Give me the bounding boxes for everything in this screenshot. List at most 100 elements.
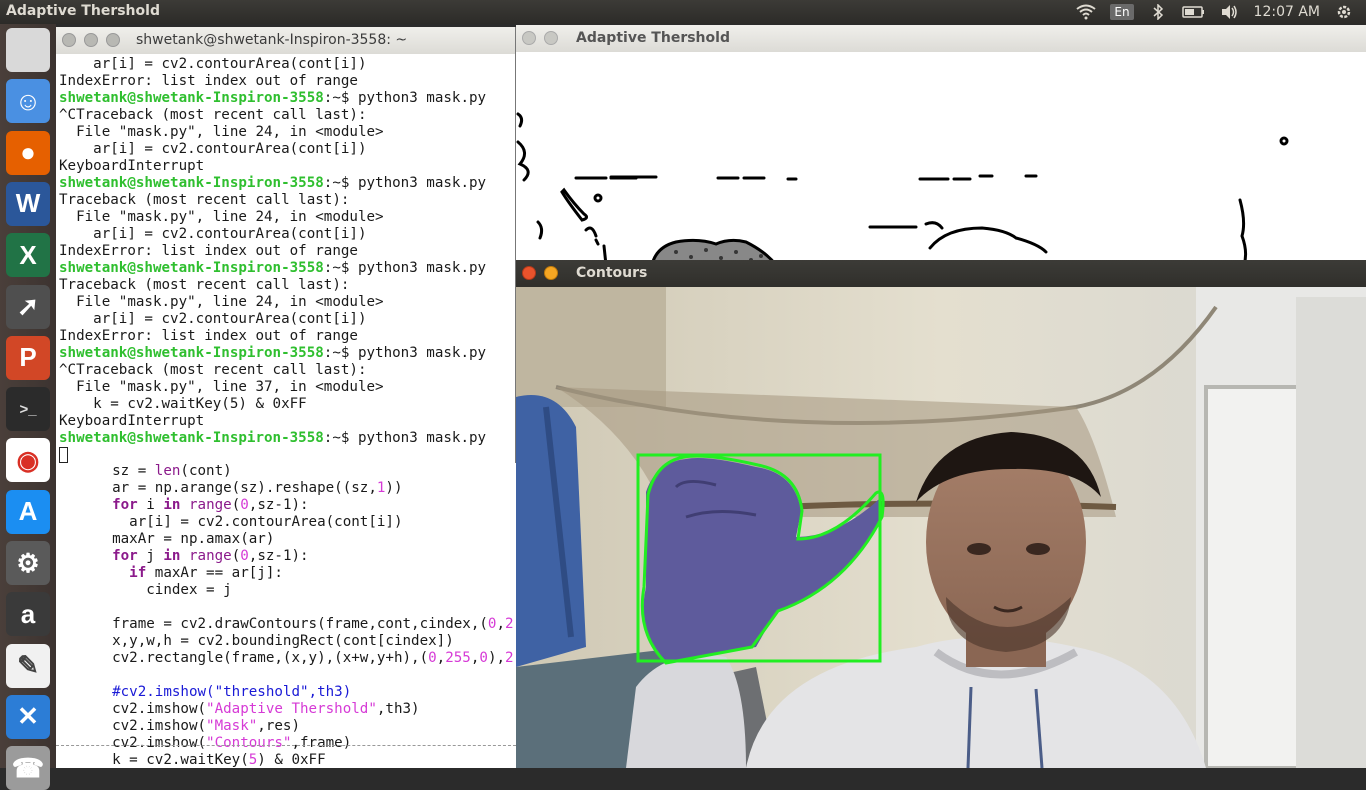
terminal-line-text: k = cv2.waitKey(5) & 0xFF (59, 396, 307, 412)
terminal-line: IndexError: list index out of range (59, 73, 513, 90)
terminal-line-text: :~$ python3 mask.py (323, 345, 487, 361)
terminal-line-text: Traceback (most recent call last): (59, 192, 350, 208)
phone-icon[interactable]: ☎ (6, 746, 50, 790)
excel-icon[interactable]: X (6, 233, 50, 278)
terminal-line-text: File "mask.py", line 24, in <module> (59, 124, 384, 140)
system-tray: En 12:07 AM (1074, 0, 1366, 24)
clock[interactable]: 12:07 AM (1254, 4, 1320, 20)
code-line: cv2.rectangle(frame,(x,y),(x+w,y+h),(0,2… (95, 650, 514, 666)
code-line: ar = np.arange(sz).reshape((sz,1)) (95, 480, 403, 496)
code-line: ar[i] = cv2.contourArea(cont[i]) (95, 514, 403, 530)
firefox-icon-glyph: ● (20, 137, 36, 168)
amazon-icon[interactable]: a (6, 592, 50, 637)
system-preferences-icon-glyph: ⚙ (16, 547, 40, 578)
adaptive-threshold-window[interactable]: Adaptive Thershold (516, 25, 1366, 265)
close-button[interactable] (62, 33, 76, 47)
terminal-output[interactable]: ar[i] = cv2.contourArea(cont[i]) IndexErr… (56, 54, 516, 463)
terminal-line: ^CTraceback (most recent call last): (59, 362, 513, 379)
close-button[interactable] (522, 266, 536, 280)
bluetooth-icon[interactable] (1146, 2, 1170, 22)
launchpad-icon-glyph: ➚ (17, 291, 39, 321)
chrome-icon-glyph: ◉ (16, 444, 40, 475)
terminal-line: ar[i] = cv2.contourArea(cont[i]) (59, 56, 513, 73)
code-line: cindex = j (95, 582, 232, 598)
terminal-line-text: File "mask.py", line 24, in <module> (59, 294, 384, 310)
terminal-line-text: ^CTraceback (most recent call last): (59, 107, 367, 123)
terminal-line: shwetank@shwetank-Inspiron-3558:~$ pytho… (59, 260, 513, 277)
code-line: cv2.imshow("Mask",res) (95, 718, 301, 734)
terminal-line: shwetank@shwetank-Inspiron-3558:~$ pytho… (59, 90, 513, 107)
phone-icon-glyph: ☎ (11, 752, 45, 783)
system-preferences-icon[interactable]: ⚙ (6, 541, 50, 585)
terminal-line: shwetank@shwetank-Inspiron-3558:~$ pytho… (59, 345, 513, 362)
terminal-line-text: :~$ python3 mask.py (323, 175, 487, 191)
keyboard-layout-indicator[interactable]: En (1110, 4, 1134, 20)
terminal-line-text: ar[i] = cv2.contourArea(cont[i]) (59, 56, 367, 72)
terminal-line-text: KeyboardInterrupt (59, 158, 205, 174)
code-text[interactable]: sz = len(cont) ar = np.arange(sz).reshap… (56, 463, 514, 768)
code-line: cv2.imshow("Contours",frame) (95, 735, 352, 751)
terminal-prompt: shwetank@shwetank-Inspiron-3558 (59, 260, 324, 276)
text-editor-icon[interactable]: ✎ (6, 643, 50, 688)
app-store-icon-glyph: A (18, 496, 38, 527)
terminal-icon-glyph: >_ (19, 400, 37, 418)
minimize-button[interactable] (84, 33, 98, 47)
terminal-line: File "mask.py", line 24, in <module> (59, 209, 513, 226)
amazon-icon-glyph: a (20, 598, 36, 629)
terminal-icon[interactable]: >_ (6, 387, 50, 432)
terminal-line: ar[i] = cv2.contourArea(cont[i]) (59, 141, 513, 158)
terminal-line: IndexError: list index out of range (59, 328, 513, 345)
contours-window[interactable]: Contours (516, 260, 1366, 768)
chrome-icon[interactable]: ◉ (6, 438, 50, 483)
terminal-line-text: IndexError: list index out of range (59, 328, 358, 344)
terminal-line-text: ar[i] = cv2.contourArea(cont[i]) (59, 141, 367, 157)
code-line: if maxAr == ar[j]: (129, 565, 283, 581)
terminal-line: KeyboardInterrupt (59, 158, 513, 175)
xcode-icon[interactable]: ✕ (6, 694, 50, 739)
terminal-window[interactable]: shwetank@shwetank-Inspiron-3558: ~ ar[i]… (56, 27, 516, 463)
contours-titlebar[interactable]: Contours (516, 260, 1366, 287)
terminal-line: KeyboardInterrupt (59, 413, 513, 430)
terminal-line-text: :~$ python3 mask.py (323, 90, 487, 106)
word-icon-glyph: W (15, 188, 41, 219)
terminal-line: shwetank@shwetank-Inspiron-3558:~$ pytho… (59, 430, 513, 447)
powerpoint-icon-glyph: P (19, 342, 37, 373)
top-panel: Adaptive Thershold En 12:07 AM (0, 0, 1366, 24)
terminal-line: ar[i] = cv2.contourArea(cont[i]) (59, 226, 513, 243)
minimize-button[interactable] (544, 266, 558, 280)
terminal-line-text: ^CTraceback (most recent call last): (59, 362, 367, 378)
battery-icon[interactable] (1181, 2, 1206, 22)
word-icon[interactable]: W (6, 181, 50, 226)
code-line: maxAr = np.amax(ar) (95, 531, 275, 547)
finder-icon-glyph: ☺ (14, 85, 42, 116)
terminal-titlebar[interactable]: shwetank@shwetank-Inspiron-3558: ~ (56, 27, 515, 54)
terminal-prompt: shwetank@shwetank-Inspiron-3558 (59, 345, 324, 361)
adaptive-titlebar[interactable]: Adaptive Thershold (516, 25, 1366, 52)
code-line: k = cv2.waitKey(5) & 0xFF (95, 752, 326, 768)
app-store-icon[interactable]: A (6, 489, 50, 534)
maximize-button[interactable] (106, 33, 120, 47)
terminal-line-text: IndexError: list index out of range (59, 243, 358, 259)
active-app-title: Adaptive Thershold (6, 3, 160, 19)
terminal-line-text: Traceback (most recent call last): (59, 277, 350, 293)
terminal-title: shwetank@shwetank-Inspiron-3558: ~ (136, 32, 408, 48)
wifi-icon[interactable] (1074, 2, 1098, 22)
power-gear-icon[interactable] (1332, 2, 1356, 22)
close-button[interactable] (522, 31, 536, 45)
editor-divider (56, 745, 516, 746)
terminal-line: Traceback (most recent call last): (59, 192, 513, 209)
firefox-icon[interactable]: ● (6, 130, 50, 175)
apple-icon[interactable] (6, 28, 50, 72)
minimize-button[interactable] (544, 31, 558, 45)
terminal-line-text: KeyboardInterrupt (59, 413, 205, 429)
finder-icon[interactable]: ☺ (6, 79, 50, 124)
terminal-line: shwetank@shwetank-Inspiron-3558:~$ pytho… (59, 175, 513, 192)
terminal-cursor (59, 447, 68, 463)
launchpad-icon[interactable]: ➚ (6, 284, 50, 329)
terminal-line: ar[i] = cv2.contourArea(cont[i]) (59, 311, 513, 328)
code-line: #cv2.imshow("threshold",th3) (95, 684, 352, 700)
code-editor[interactable]: sz = len(cont) ar = np.arange(sz).reshap… (56, 463, 516, 768)
powerpoint-icon[interactable]: P (6, 335, 50, 380)
volume-icon[interactable] (1218, 2, 1242, 22)
